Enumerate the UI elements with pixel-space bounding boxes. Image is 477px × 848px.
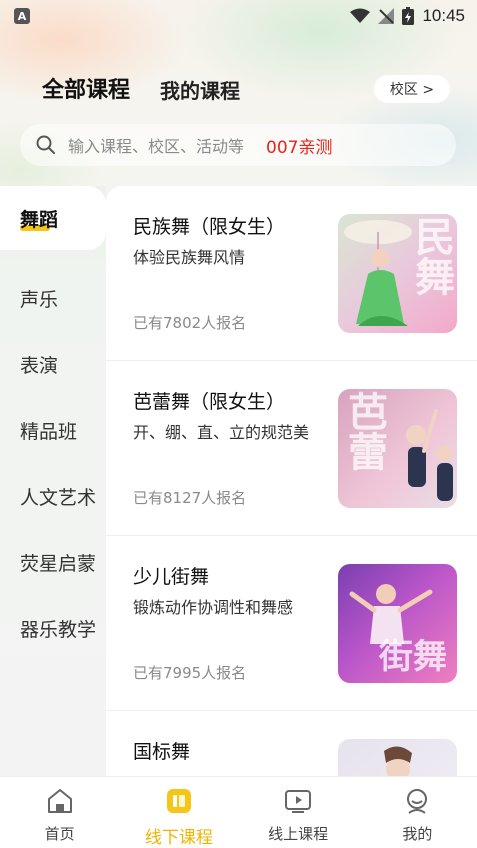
thumbnail-caption: 街舞: [379, 637, 447, 677]
enrollment-count: 已有7802人报名: [133, 314, 247, 332]
tab-all-courses[interactable]: 全部课程: [42, 72, 130, 104]
course-description: 开、绷、直、立的规范美: [133, 423, 310, 442]
course-description: 锻炼动作协调性和舞感: [133, 598, 294, 617]
status-bar: A 10:45: [0, 0, 477, 32]
nav-profile[interactable]: 我的: [358, 777, 477, 848]
nav-label: 我的: [402, 825, 433, 843]
category-label: 声乐: [20, 288, 59, 311]
course-title: 民族舞（限女生）: [133, 216, 286, 238]
bottom-navigation: 首页 线下课程 线上课程 我的: [0, 776, 477, 848]
clock: 10:45: [422, 6, 465, 25]
course-card[interactable]: 少儿街舞 锻炼动作协调性和舞感 已有7995人报名 街舞: [106, 536, 477, 711]
category-item-vocal[interactable]: 声乐: [0, 266, 106, 330]
search-bar[interactable]: 输入课程、校区、活动等 007亲测: [20, 124, 456, 166]
nav-offline-courses[interactable]: 线下课程: [119, 777, 238, 848]
course-thumbnail: 街舞: [338, 564, 457, 683]
nav-online-courses[interactable]: 线上课程: [239, 777, 358, 848]
category-label: 人文艺术: [20, 486, 97, 509]
app-notification-icon: A: [14, 8, 30, 24]
enrollment-count: 已有7995人报名: [133, 664, 247, 682]
campus-button[interactable]: 校区 >: [374, 75, 450, 103]
course-title: 少儿街舞: [133, 566, 210, 588]
category-label: 舞蹈: [20, 205, 58, 232]
course-list: 民族舞（限女生） 体验民族舞风情 已有7802人报名 民舞 芭蕾舞（限女生） 开…: [106, 186, 477, 776]
search-input[interactable]: 输入课程、校区、活动等: [68, 133, 244, 157]
category-item-enlightenment[interactable]: 荧星启蒙: [0, 530, 106, 594]
category-label: 荧星启蒙: [20, 552, 97, 575]
tab-my-courses[interactable]: 我的课程: [160, 75, 240, 104]
nav-label: 线下课程: [144, 828, 213, 848]
category-item-premium[interactable]: 精品班: [0, 398, 106, 462]
course-tabs: 全部课程 我的课程: [42, 72, 240, 104]
course-card[interactable]: 国标舞: [106, 711, 477, 776]
category-label: 表演: [20, 354, 59, 377]
offline-course-icon: [166, 789, 191, 813]
battery-icon: [402, 7, 415, 25]
category-sidebar: 舞蹈 声乐 表演 精品班 人文艺术 荧星启蒙 器乐教学: [0, 186, 106, 776]
search-tag: 007亲测: [266, 137, 333, 158]
category-item-acting[interactable]: 表演: [0, 332, 106, 396]
home-icon: [47, 789, 72, 813]
nav-home[interactable]: 首页: [0, 777, 119, 848]
nav-label: 线上课程: [268, 825, 329, 843]
thumbnail-caption: 芭蕾: [341, 391, 387, 471]
tab-all-courses-label: 全部课程: [42, 78, 131, 103]
course-title: 芭蕾舞（限女生）: [133, 391, 286, 413]
category-label: 精品班: [20, 420, 78, 443]
course-thumbnail: 芭蕾: [338, 389, 457, 508]
category-label: 器乐教学: [20, 618, 97, 641]
course-card[interactable]: 芭蕾舞（限女生） 开、绷、直、立的规范美 已有8127人报名 芭蕾: [106, 361, 477, 536]
course-thumbnail: [338, 739, 457, 776]
signal-off-icon: [378, 8, 395, 24]
online-course-icon: [285, 790, 312, 813]
category-item-humanities[interactable]: 人文艺术: [0, 464, 106, 528]
course-description: 体验民族舞风情: [133, 248, 246, 267]
course-card[interactable]: 民族舞（限女生） 体验民族舞风情 已有7802人报名 民舞: [106, 186, 477, 361]
course-title: 国标舞: [133, 741, 191, 763]
thumbnail-caption: 民舞: [408, 216, 454, 296]
nav-label: 首页: [44, 825, 75, 843]
profile-icon: [407, 789, 428, 814]
dancer-illustration: [384, 746, 412, 776]
course-thumbnail: 民舞: [338, 214, 457, 333]
wifi-icon: [350, 8, 371, 23]
category-item-dance[interactable]: 舞蹈: [0, 186, 106, 250]
category-item-instrument[interactable]: 器乐教学: [0, 596, 106, 660]
search-icon: [36, 135, 55, 154]
enrollment-count: 已有8127人报名: [133, 489, 247, 507]
